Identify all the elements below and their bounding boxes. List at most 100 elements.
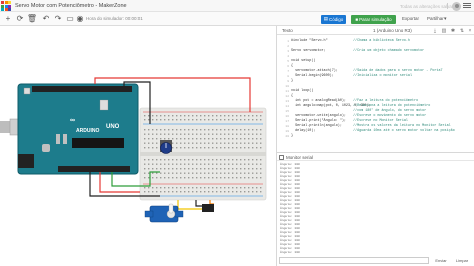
breadboard-hole [200, 147, 202, 149]
code-editor[interactable]: 1 #include "Servo.h"//Chama a biblioteca … [277, 36, 474, 152]
code-line[interactable]: Serial.begin(9600); //Inicializa o monito… [291, 74, 412, 79]
serial-input[interactable] [279, 257, 429, 264]
breadboard-hole [216, 177, 218, 179]
breadboard-hole [168, 187, 170, 189]
breadboard-hole [212, 172, 214, 174]
servo-motor[interactable] [144, 203, 214, 223]
code-button[interactable]: ▤ Código [321, 14, 346, 24]
breadboard-hole [196, 159, 198, 161]
breadboard-hole [252, 133, 254, 135]
redo-icon[interactable]: ↷ [53, 14, 63, 24]
undo-icon[interactable]: ↶ [41, 14, 51, 24]
breadboard-hole [208, 177, 210, 179]
breadboard-hole [152, 129, 154, 131]
breadboard-hole [144, 133, 146, 135]
close-icon[interactable]: × [467, 28, 473, 34]
code-line[interactable]: } [291, 134, 293, 139]
breadboard-hole [208, 147, 210, 149]
export-button[interactable]: Exportar [402, 16, 419, 21]
share-button[interactable]: Partilhar [427, 16, 444, 21]
stop-simulation-button[interactable]: ■ Parar simulação [351, 14, 396, 24]
send-button[interactable]: Enviar [432, 257, 450, 264]
breadboard-hole [152, 115, 154, 117]
breadboard-hole [224, 115, 226, 117]
breadboard-hole [204, 177, 206, 179]
code-line[interactable]: void loop() [291, 89, 313, 94]
board-select[interactable]: 1 (Arduino Uno R3) [373, 28, 412, 33]
code-line[interactable]: void setup() [291, 59, 315, 64]
code-line[interactable]: delay(10); //Aguarda 10ms até o servo mot… [291, 129, 455, 134]
breadboard-hole [156, 172, 158, 174]
breadboard-hole [244, 177, 246, 179]
breadboard-hole [188, 142, 190, 144]
breadboard-hole [252, 142, 254, 144]
breadboard-hole [252, 147, 254, 149]
wire-yellow-signal[interactable] [177, 200, 202, 210]
avatar[interactable] [452, 2, 461, 11]
breadboard-hole [176, 119, 178, 121]
breadboard-hole [152, 119, 154, 121]
breadboard-hole [196, 191, 198, 193]
breadboard-hole [164, 172, 166, 174]
breadboard-hole [168, 129, 170, 131]
breadboard-hole [240, 187, 242, 189]
breadboard-hole [236, 133, 238, 135]
breadboard-hole [208, 138, 210, 140]
breadboard-hole [244, 133, 246, 135]
menu-icon[interactable] [463, 3, 471, 9]
note-icon[interactable]: ▭ [65, 14, 75, 24]
breadboard-hole [228, 159, 230, 161]
wire-orange-servo[interactable] [209, 200, 214, 205]
breadboard-hole [184, 115, 186, 117]
clear-button[interactable]: Limpar [453, 257, 471, 264]
breadboard-hole [260, 159, 262, 161]
library-icon[interactable]: ▥ [441, 28, 447, 34]
breadboard-hole [216, 115, 218, 117]
breadboard-hole [196, 138, 198, 140]
breadboard-hole [212, 163, 214, 165]
arduino-board[interactable]: ∞ ARDUINO UNO [17, 83, 139, 175]
eye-icon[interactable]: ◉ [75, 14, 85, 24]
breadboard-hole [220, 177, 222, 179]
breadboard[interactable] [139, 107, 267, 201]
breadboard-hole [152, 133, 154, 135]
code-line[interactable]: #include "Servo.h" //Chama a biblioteca S… [291, 39, 410, 44]
breadboard-hole [192, 138, 194, 140]
breadboard-hole [188, 133, 190, 135]
breadboard-hole [148, 187, 150, 189]
breadboard-hole [176, 177, 178, 179]
line-number: 20 [285, 135, 289, 138]
add-icon[interactable]: + [3, 14, 13, 24]
breadboard-hole [196, 142, 198, 144]
debug-icon[interactable]: ✱ [450, 28, 456, 34]
app-logo[interactable] [1, 1, 11, 11]
breadboard-hole [204, 163, 206, 165]
breadboard-hole [172, 177, 174, 179]
rotate-icon[interactable]: ⟳ [15, 14, 25, 24]
wire-red-pot[interactable] [99, 172, 140, 193]
breadboard-hole [180, 119, 182, 121]
code-mode-select[interactable]: Texto [282, 28, 293, 33]
breadboard-hole [244, 191, 246, 193]
code-text: int pot = analogRead(A0); [291, 99, 346, 103]
breadboard-hole [260, 138, 262, 140]
breadboard-hole [220, 187, 222, 189]
download-icon[interactable]: ⤓ [432, 28, 438, 34]
breadboard-hole [192, 119, 194, 121]
sort-icon[interactable]: ⇅ [459, 28, 465, 34]
project-title[interactable]: Servo Motor com Potenciômetro - MakerZon… [15, 3, 127, 9]
code-line[interactable]: } [291, 79, 293, 84]
save-status: Todas as alterações salvas [400, 3, 455, 9]
breadboard-hole [156, 177, 158, 179]
breadboard-hole [164, 177, 166, 179]
code-line[interactable]: Servo servomotor; //Cria um objeto chamad… [291, 49, 424, 54]
delete-icon[interactable]: 🗑 [27, 14, 37, 24]
potentiometer[interactable] [160, 140, 172, 154]
chevron-down-icon[interactable]: ▾ [444, 16, 447, 22]
breadboard-hole [192, 191, 194, 193]
breadboard-hole [260, 147, 262, 149]
breadboard-hole [148, 115, 150, 117]
circuit-canvas[interactable]: ∞ ARDUINO UNO [0, 26, 276, 266]
breadboard-hole [188, 129, 190, 131]
breadboard-hole [232, 138, 234, 140]
